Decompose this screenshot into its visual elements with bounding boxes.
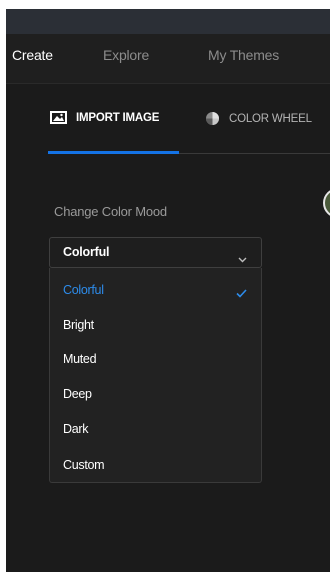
- mood-option-muted[interactable]: Muted: [50, 341, 261, 375]
- top-bar: [6, 0, 330, 34]
- tab-import-image[interactable]: IMPORT IMAGE: [50, 111, 159, 124]
- mood-label: Change Color Mood: [54, 204, 167, 219]
- mood-select[interactable]: Colorful: [49, 237, 262, 268]
- active-tab-indicator: [48, 151, 179, 154]
- color-wheel-icon: [205, 111, 220, 126]
- mood-option-label: Custom: [63, 458, 105, 472]
- subtabs: IMPORT IMAGE COLOR WHEEL: [6, 84, 330, 156]
- mood-option-dark[interactable]: Dark: [50, 411, 261, 445]
- mood-select-value: Colorful: [63, 245, 110, 259]
- mood-option-label: Muted: [63, 352, 97, 366]
- main-nav: Create Explore My Themes: [6, 34, 330, 84]
- tab-color-wheel[interactable]: COLOR WHEEL: [205, 111, 312, 126]
- mood-option-custom[interactable]: Custom: [50, 447, 261, 481]
- mood-option-label: Colorful: [63, 283, 104, 297]
- nav-create[interactable]: Create: [12, 47, 53, 63]
- mood-dropdown-menu: Colorful Bright Muted Deep Dark Custom: [49, 268, 262, 483]
- mood-option-label: Deep: [63, 387, 92, 401]
- image-icon: [50, 111, 67, 124]
- mood-option-bright[interactable]: Bright: [50, 307, 261, 341]
- tab-color-wheel-label: COLOR WHEEL: [229, 112, 312, 125]
- nav-my-themes[interactable]: My Themes: [208, 47, 279, 63]
- app-window: Create Explore My Themes IMPORT IMAGE CO…: [0, 0, 330, 572]
- chevron-down-icon: [238, 250, 247, 268]
- nav-explore[interactable]: Explore: [103, 47, 149, 63]
- mood-option-deep[interactable]: Deep: [50, 376, 261, 410]
- mood-option-label: Dark: [63, 422, 89, 436]
- mood-option-label: Bright: [63, 318, 94, 332]
- tab-import-image-label: IMPORT IMAGE: [76, 111, 160, 124]
- color-swatch-handle[interactable]: [323, 188, 330, 218]
- mood-option-colorful[interactable]: Colorful: [50, 272, 261, 306]
- checkmark-icon: [236, 285, 247, 303]
